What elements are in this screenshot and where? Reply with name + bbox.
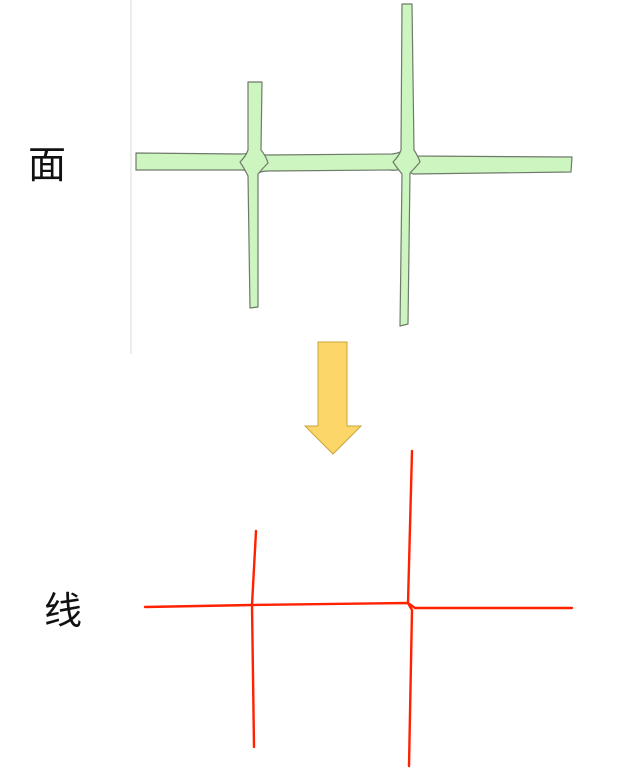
centerlines	[143, 449, 574, 768]
road-polygon-vertical-right	[392, 3, 421, 327]
centerline-vertical-right	[406, 449, 414, 768]
polygon-to-line-diagram	[130, 0, 574, 768]
road-polygons	[135, 3, 573, 327]
road-polygon-horizontal	[135, 149, 573, 176]
down-arrow-icon	[303, 341, 363, 455]
centerline-vertical-left	[250, 529, 258, 749]
centerline-horizontal	[143, 601, 574, 610]
road-polygon-vertical-left	[239, 81, 269, 309]
